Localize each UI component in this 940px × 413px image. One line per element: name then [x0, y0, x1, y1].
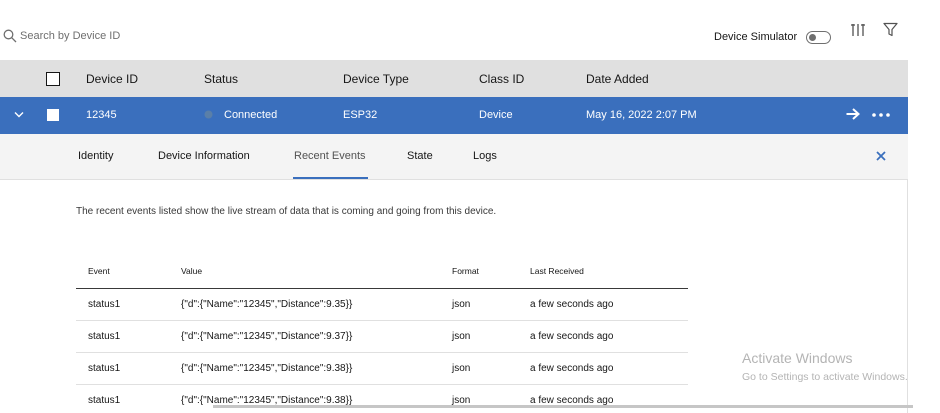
value-cell: {"d":{"Name":"12345","Distance":9.35}} — [181, 299, 353, 310]
overflow-menu-icon[interactable] — [872, 113, 890, 117]
table-row[interactable]: 12345 Connected ESP32 Device May 16, 202… — [0, 97, 908, 134]
last-received-cell: a few seconds ago — [530, 331, 614, 342]
chevron-down-icon[interactable] — [14, 111, 24, 119]
table-row: status1 {"d":{"Name":"12345","Distance":… — [76, 321, 688, 353]
event-cell: status1 — [88, 299, 121, 310]
tab-recent-events[interactable]: Recent Events — [294, 150, 366, 162]
events-table-header: Event Value Format Last Received — [76, 257, 688, 289]
class-id-cell: Device — [479, 109, 513, 121]
event-cell: status1 — [88, 395, 121, 406]
tab-identity[interactable]: Identity — [78, 150, 113, 162]
events-header-format: Format — [452, 266, 479, 276]
device-type-cell: ESP32 — [343, 109, 378, 121]
date-added-cell: May 16, 2022 2:07 PM — [586, 109, 697, 121]
event-cell: status1 — [88, 363, 121, 374]
events-header-value: Value — [181, 266, 203, 276]
table-row: status1 {"d":{"Name":"12345","Distance":… — [76, 289, 688, 321]
filter-icon[interactable] — [883, 22, 898, 37]
search-icon[interactable] — [3, 29, 17, 43]
column-header-date-added[interactable]: Date Added — [586, 72, 649, 86]
column-header-device-type[interactable]: Device Type — [343, 72, 409, 86]
table-row: status1 {"d":{"Name":"12345","Distance":… — [76, 353, 688, 385]
arrow-right-icon[interactable] — [846, 108, 860, 120]
tab-logs[interactable]: Logs — [473, 150, 497, 162]
select-all-checkbox[interactable] — [46, 72, 60, 86]
status-cell: Connected — [224, 109, 278, 121]
close-icon[interactable] — [876, 151, 886, 161]
activate-windows-watermark: Activate Windows — [742, 350, 853, 366]
events-header-last-received: Last Received — [530, 266, 584, 276]
active-tab-indicator — [293, 177, 368, 179]
column-header-class-id[interactable]: Class ID — [479, 72, 524, 86]
detail-tabs: Identity Device Information Recent Event… — [0, 134, 908, 180]
horizontal-scrollbar[interactable] — [213, 405, 913, 408]
toggle-knob — [809, 33, 816, 41]
last-received-cell: a few seconds ago — [530, 299, 614, 310]
device-simulator-toggle[interactable] — [806, 31, 831, 44]
value-cell: {"d":{"Name":"12345","Distance":9.37}} — [181, 331, 353, 342]
event-cell: status1 — [88, 331, 121, 342]
column-settings-icon[interactable] — [851, 22, 865, 38]
format-cell: json — [452, 331, 471, 342]
search-input[interactable] — [20, 27, 320, 45]
tab-state[interactable]: State — [407, 150, 433, 162]
recent-events-description: The recent events listed show the live s… — [76, 206, 497, 217]
format-cell: json — [452, 299, 471, 310]
status-indicator-icon — [204, 110, 213, 119]
device-id-cell: 12345 — [86, 109, 117, 121]
last-received-cell: a few seconds ago — [530, 363, 614, 374]
column-header-status[interactable]: Status — [204, 72, 238, 86]
value-cell: {"d":{"Name":"12345","Distance":9.38}} — [181, 363, 353, 374]
device-simulator-label: Device Simulator — [714, 31, 798, 43]
format-cell: json — [452, 363, 471, 374]
row-checkbox[interactable] — [47, 109, 59, 121]
table-header: Device ID Status Device Type Class ID Da… — [0, 60, 908, 97]
table-row: status1 {"d":{"Name":"12345","Distance":… — [76, 385, 688, 413]
activate-windows-hint: Go to Settings to activate Windows. — [742, 371, 908, 383]
column-header-device-id[interactable]: Device ID — [86, 72, 138, 86]
tab-device-information[interactable]: Device Information — [158, 150, 250, 162]
toolbar: Device Simulator — [0, 0, 940, 60]
events-header-event: Event — [88, 266, 110, 276]
